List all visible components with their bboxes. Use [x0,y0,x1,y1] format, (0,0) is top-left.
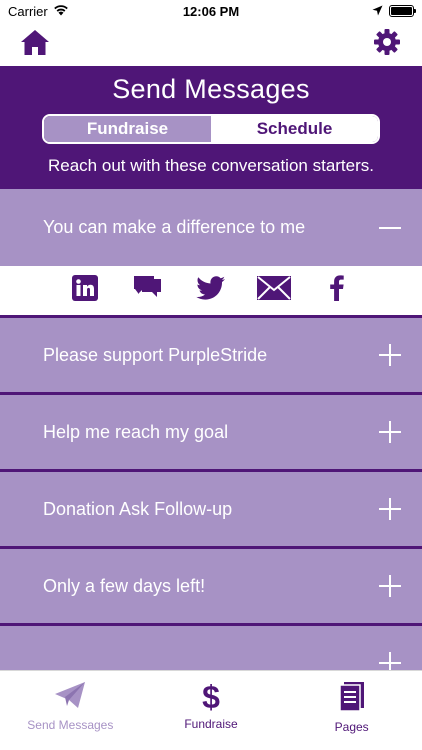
email-share-button[interactable] [243,275,306,306]
carrier-label: Carrier [8,3,48,19]
home-button[interactable] [20,29,50,59]
message-row-partial[interactable] [0,626,422,670]
message-row-goal[interactable]: Help me reach my goal [0,395,422,472]
tab-send-messages[interactable]: Send Messages [0,671,141,750]
linkedin-icon [72,275,98,306]
message-list: You can make a difference to me Please s… [0,189,422,670]
plus-icon[interactable] [379,652,401,670]
plus-icon[interactable] [379,421,401,443]
twitter-share-button[interactable] [180,276,243,305]
status-left: Carrier [8,4,69,19]
tab-label: Pages [334,720,369,734]
battery-icon [389,5,416,17]
minus-icon[interactable] [379,217,401,239]
segment-fundraise[interactable]: Fundraise [44,116,211,142]
message-label: Donation Ask Follow-up [43,498,233,519]
message-row-difference[interactable]: You can make a difference to me [0,189,422,266]
home-icon [20,28,50,61]
send-messages-header: Send Messages Fundraise Schedule Reach o… [0,66,422,189]
tab-pages[interactable]: Pages [281,671,422,750]
dollar-icon: $ [202,679,220,715]
status-right [372,4,416,19]
message-share-button[interactable] [117,275,180,306]
document-icon [338,681,365,716]
message-label: You can make a difference to me [43,217,306,237]
location-arrow-icon [372,4,383,19]
tab-fundraise[interactable]: $ Fundraise [141,671,282,750]
segment-schedule[interactable]: Schedule [211,116,378,142]
tab-label: Fundraise [184,717,238,731]
email-icon [256,275,292,306]
plus-icon[interactable] [379,498,401,520]
facebook-icon [330,275,344,306]
header-subtitle: Reach out with these conversation starte… [48,156,374,175]
paper-plane-icon [54,681,86,714]
message-icon [133,275,163,306]
message-label: Only a few days left! [43,575,206,596]
message-label: Help me reach my goal [43,421,229,442]
message-label: Please support PurpleStride [43,344,268,365]
twitter-icon [196,276,226,305]
status-bar: Carrier 12:06 PM [0,0,422,22]
message-row-few-days[interactable]: Only a few days left! [0,549,422,626]
linkedin-share-button[interactable] [54,275,117,306]
tab-bar: Send Messages $ Fundraise Pages [0,670,422,750]
segmented-control: Fundraise Schedule [42,114,380,144]
plus-icon[interactable] [379,575,401,597]
message-row-follow-up[interactable]: Donation Ask Follow-up [0,472,422,549]
tab-label: Send Messages [27,718,114,732]
wifi-icon [53,4,69,19]
message-row-support[interactable]: Please support PurpleStride [0,318,422,395]
page-title: Send Messages [112,74,310,104]
facebook-share-button[interactable] [306,275,369,306]
settings-button[interactable] [372,28,402,61]
gear-icon [373,28,401,61]
plus-icon[interactable] [379,344,401,366]
share-row [0,266,422,318]
nav-bar [0,22,422,66]
